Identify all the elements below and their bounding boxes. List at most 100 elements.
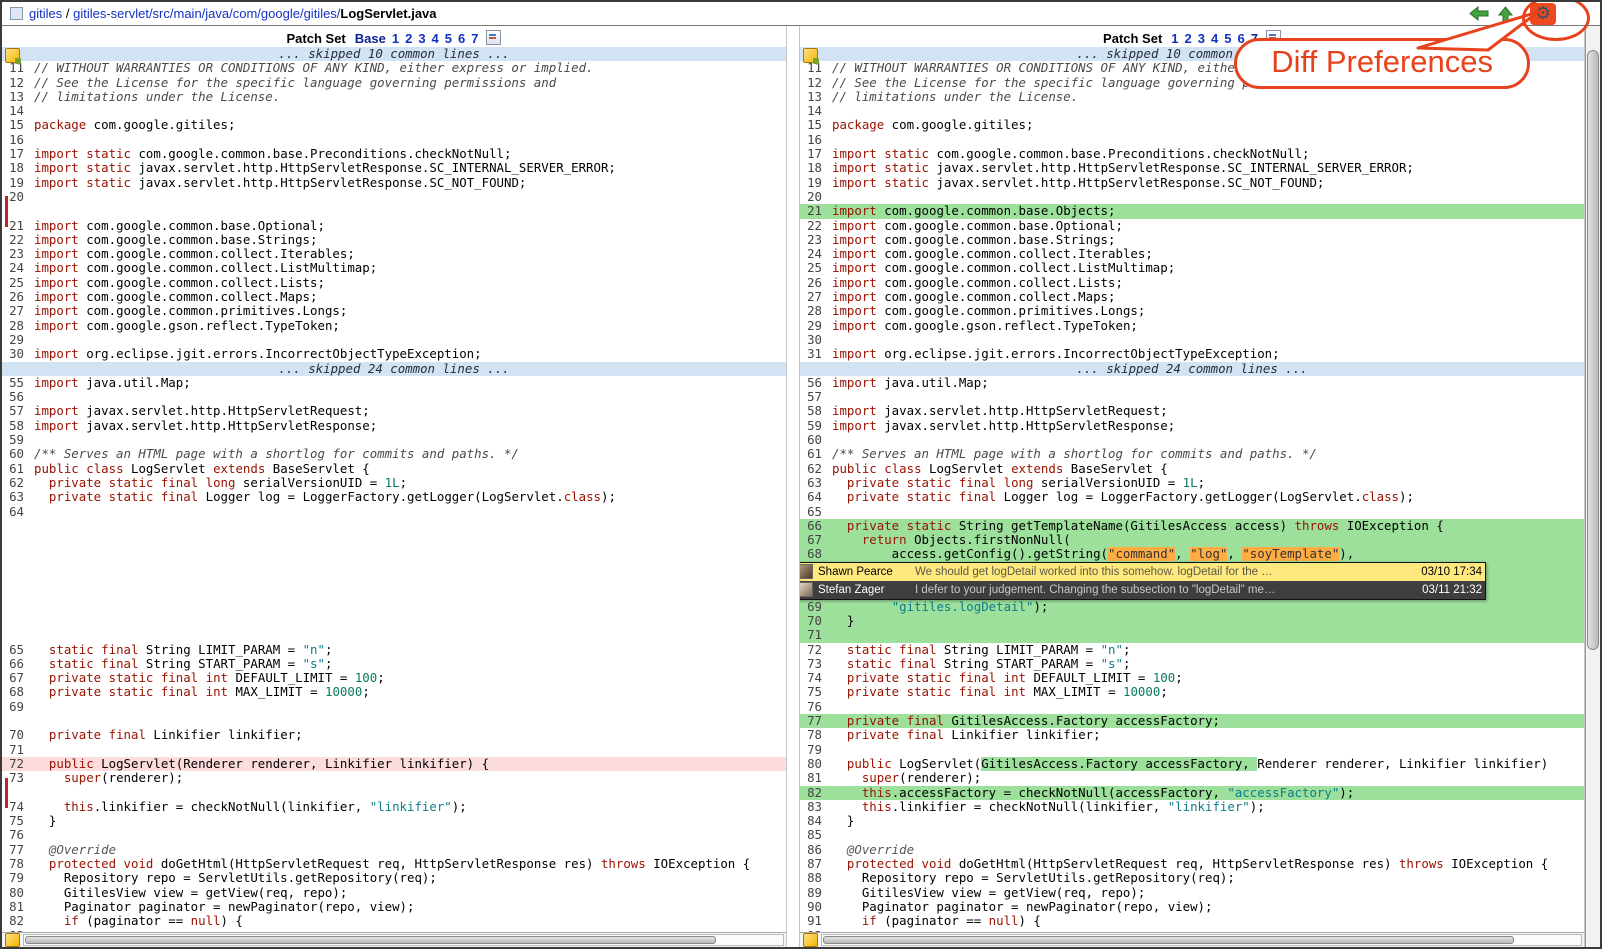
line-number[interactable]: 82	[800, 786, 827, 800]
line-number[interactable]: 73	[800, 657, 827, 671]
line-number[interactable]: 27	[2, 304, 29, 318]
line-number[interactable]: 14	[800, 104, 827, 118]
file-comment-icon[interactable]	[803, 933, 818, 947]
line-number[interactable]	[2, 714, 29, 728]
line-number[interactable]	[2, 614, 29, 628]
line-number[interactable]: 86	[800, 843, 827, 857]
line-number[interactable]: 68	[2, 685, 29, 699]
patchset-option-base[interactable]: Base	[355, 31, 386, 46]
line-number[interactable]: 57	[800, 390, 827, 404]
line-number[interactable]: 17	[800, 147, 827, 161]
line-number[interactable]	[2, 786, 29, 800]
line-number[interactable]: 16	[2, 133, 29, 147]
line-number[interactable]: 78	[2, 857, 29, 871]
line-number[interactable]	[2, 600, 29, 614]
line-number[interactable]: 63	[800, 476, 827, 490]
line-number[interactable]: 83	[800, 800, 827, 814]
line-number[interactable]: 78	[800, 728, 827, 742]
line-number[interactable]: 64	[2, 505, 29, 519]
line-number[interactable]: 55	[2, 376, 29, 390]
line-number[interactable]: 23	[2, 247, 29, 261]
line-number[interactable]: 29	[2, 333, 29, 347]
line-number[interactable]	[2, 533, 29, 547]
line-number[interactable]: 82	[2, 914, 29, 928]
line-number[interactable]: 75	[2, 814, 29, 828]
line-number[interactable]: 85	[800, 828, 827, 842]
line-number[interactable]	[2, 204, 29, 218]
line-number[interactable]: 63	[2, 490, 29, 504]
line-number[interactable]: 89	[800, 886, 827, 900]
line-number[interactable]: 26	[800, 276, 827, 290]
line-number[interactable]: 64	[800, 490, 827, 504]
line-number[interactable]: 27	[800, 290, 827, 304]
up-to-change-icon[interactable]	[1498, 6, 1513, 22]
line-number[interactable]: 58	[800, 404, 827, 418]
line-number[interactable]: 25	[800, 261, 827, 275]
diff-preferences-button[interactable]: ⚙	[1530, 3, 1556, 25]
line-number[interactable]: 87	[800, 857, 827, 871]
line-number[interactable]: 61	[800, 447, 827, 461]
line-number[interactable]: 12	[2, 76, 29, 90]
line-number[interactable]: 28	[800, 304, 827, 318]
right-horizontal-scrollbar[interactable]	[800, 932, 1584, 947]
scrollbar-thumb[interactable]	[1587, 50, 1599, 650]
line-number[interactable]: 59	[800, 419, 827, 433]
line-number[interactable]: 66	[800, 519, 827, 533]
line-number[interactable]: 66	[2, 657, 29, 671]
line-number[interactable]: 74	[800, 671, 827, 685]
line-number[interactable]: 65	[2, 643, 29, 657]
line-number[interactable]: 71	[2, 743, 29, 757]
line-number[interactable]	[2, 519, 29, 533]
line-number[interactable]: 91	[800, 914, 827, 928]
line-number[interactable]: 28	[2, 319, 29, 333]
file-comment-icon[interactable]	[5, 48, 20, 63]
scrollbar-thumb[interactable]	[25, 936, 716, 944]
comment-thread[interactable]: Shawn PearceWe should get logDetail work…	[800, 562, 1486, 600]
line-number[interactable]: 80	[800, 757, 827, 771]
line-number[interactable]: 67	[800, 533, 827, 547]
line-number[interactable]: 20	[800, 190, 827, 204]
line-number[interactable]: 76	[2, 828, 29, 842]
line-number[interactable]: 60	[800, 433, 827, 447]
line-number[interactable]: 22	[2, 233, 29, 247]
vertical-scrollbar[interactable]	[1585, 26, 1600, 947]
line-number[interactable]: 72	[2, 757, 29, 771]
line-number[interactable]: 12	[800, 76, 827, 90]
line-number[interactable]	[2, 562, 29, 600]
line-number[interactable]: 56	[800, 376, 827, 390]
skipped-lines-banner[interactable]: ... skipped 10 common lines ...	[2, 47, 786, 61]
line-number[interactable]: 59	[2, 433, 29, 447]
line-number[interactable]: 68	[800, 547, 827, 561]
line-number[interactable]: 19	[2, 176, 29, 190]
line-number[interactable]: 29	[800, 319, 827, 333]
line-number[interactable]	[2, 547, 29, 561]
line-number[interactable]: 77	[800, 714, 827, 728]
line-number[interactable]: 70	[800, 614, 827, 628]
comment-row[interactable]: Shawn PearceWe should get logDetail work…	[800, 563, 1485, 581]
line-number[interactable]: 79	[2, 871, 29, 885]
line-number[interactable]: 88	[800, 871, 827, 885]
line-number[interactable]: 67	[2, 671, 29, 685]
line-number[interactable]: 69	[2, 700, 29, 714]
line-number[interactable]: 26	[2, 290, 29, 304]
line-number[interactable]: 76	[800, 700, 827, 714]
line-number[interactable]: 79	[800, 743, 827, 757]
breadcrumb-project-link[interactable]: gitiles	[29, 6, 62, 21]
line-number[interactable]: 62	[800, 462, 827, 476]
scrollbar-track[interactable]	[23, 934, 784, 946]
line-number[interactable]: 75	[800, 685, 827, 699]
line-number[interactable]: 24	[2, 261, 29, 275]
patchset-option-1[interactable]: 1	[1171, 31, 1178, 46]
line-number[interactable]: 65	[800, 505, 827, 519]
line-number[interactable]: 69	[800, 600, 827, 614]
patchset-option-3[interactable]: 3	[1198, 31, 1205, 46]
line-number[interactable]: 30	[800, 333, 827, 347]
line-number[interactable]: 70	[2, 728, 29, 742]
patchset-option-6[interactable]: 6	[458, 31, 465, 46]
line-number[interactable]: 13	[2, 90, 29, 104]
line-number[interactable]	[2, 628, 29, 642]
line-number[interactable]: 18	[800, 161, 827, 175]
line-number[interactable]: 17	[2, 147, 29, 161]
line-number[interactable]: 15	[2, 118, 29, 132]
line-number[interactable]: 71	[800, 628, 827, 642]
